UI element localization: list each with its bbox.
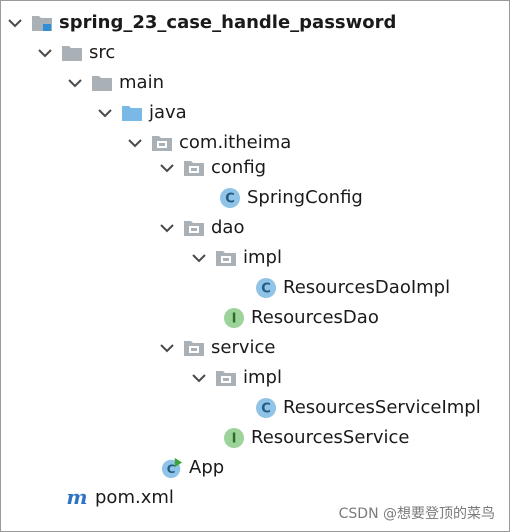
chevron-down-icon[interactable] xyxy=(157,218,177,238)
svg-text:C: C xyxy=(261,282,271,297)
runnable-class-icon: C xyxy=(161,457,183,479)
package-icon xyxy=(151,132,173,154)
dao-label: dao xyxy=(211,217,245,238)
class-icon: C xyxy=(219,187,241,209)
tree-node-app[interactable]: C App xyxy=(1,453,509,483)
project-tree-panel: spring_23_case_handle_password src main xyxy=(0,0,510,532)
app-label: App xyxy=(189,457,225,478)
chevron-down-icon[interactable] xyxy=(125,133,145,153)
tree-node-service-impl[interactable]: impl xyxy=(1,363,509,393)
package-icon xyxy=(215,247,237,269)
chevron-down-icon[interactable] xyxy=(65,73,85,93)
service-impl-label: impl xyxy=(243,367,282,388)
tree-node-main[interactable]: main xyxy=(1,68,509,98)
resources-service-impl-label: ResourcesServiceImpl xyxy=(283,397,481,418)
tree-node-spring-config[interactable]: C SpringConfig xyxy=(1,183,509,213)
package-icon xyxy=(183,337,205,359)
svg-text:I: I xyxy=(232,432,237,447)
svg-text:C: C xyxy=(225,192,235,207)
package-icon xyxy=(215,367,237,389)
tree-node-src[interactable]: src xyxy=(1,38,509,68)
watermark: CSDN @想要登顶的菜鸟 xyxy=(338,506,495,522)
folder-icon xyxy=(61,42,83,64)
chevron-down-icon[interactable] xyxy=(157,158,177,178)
chevron-down-icon[interactable] xyxy=(95,103,115,123)
interface-icon: I xyxy=(223,307,245,329)
svg-text:I: I xyxy=(232,312,237,327)
tree-node-dao-impl[interactable]: impl xyxy=(1,243,509,273)
config-label: config xyxy=(211,157,267,178)
src-label: src xyxy=(89,42,116,63)
project-tree: spring_23_case_handle_password src main xyxy=(1,1,509,531)
resources-dao-label: ResourcesDao xyxy=(251,307,379,328)
tree-node-java[interactable]: java xyxy=(1,98,509,128)
package-icon xyxy=(183,217,205,239)
pom-label: pom.xml xyxy=(95,487,174,508)
main-label: main xyxy=(119,72,164,93)
project-name: spring_23_case_handle_password xyxy=(59,12,397,33)
chevron-down-icon[interactable] xyxy=(189,248,209,268)
chevron-down-icon[interactable] xyxy=(5,13,25,33)
maven-icon: m xyxy=(65,487,89,509)
resources-service-label: ResourcesService xyxy=(251,427,410,448)
class-icon: C xyxy=(255,397,277,419)
tree-node-config[interactable]: config xyxy=(1,153,509,183)
resources-dao-impl-label: ResourcesDaoImpl xyxy=(283,277,451,298)
tree-node-resources-dao-impl[interactable]: C ResourcesDaoImpl xyxy=(1,273,509,303)
folder-icon xyxy=(91,72,113,94)
svg-text:m: m xyxy=(66,487,87,509)
interface-icon: I xyxy=(223,427,245,449)
java-label: java xyxy=(149,102,187,123)
package-icon xyxy=(183,157,205,179)
tree-node-service[interactable]: service xyxy=(1,333,509,363)
chevron-down-icon[interactable] xyxy=(35,43,55,63)
class-icon: C xyxy=(255,277,277,299)
svg-text:C: C xyxy=(167,462,176,476)
svg-text:C: C xyxy=(261,402,271,417)
tree-node-dao[interactable]: dao xyxy=(1,213,509,243)
spring-config-label: SpringConfig xyxy=(247,187,363,208)
chevron-down-icon[interactable] xyxy=(157,338,177,358)
chevron-down-icon[interactable] xyxy=(189,368,209,388)
module-folder-icon xyxy=(31,12,53,34)
tree-node-resources-dao[interactable]: I ResourcesDao xyxy=(1,303,509,333)
tree-node-resources-service[interactable]: I ResourcesService xyxy=(1,423,509,453)
tree-node-project[interactable]: spring_23_case_handle_password xyxy=(1,8,509,38)
tree-node-resources-service-impl[interactable]: C ResourcesServiceImpl xyxy=(1,393,509,423)
service-label: service xyxy=(211,337,276,358)
source-folder-icon xyxy=(121,102,143,124)
dao-impl-label: impl xyxy=(243,247,282,268)
